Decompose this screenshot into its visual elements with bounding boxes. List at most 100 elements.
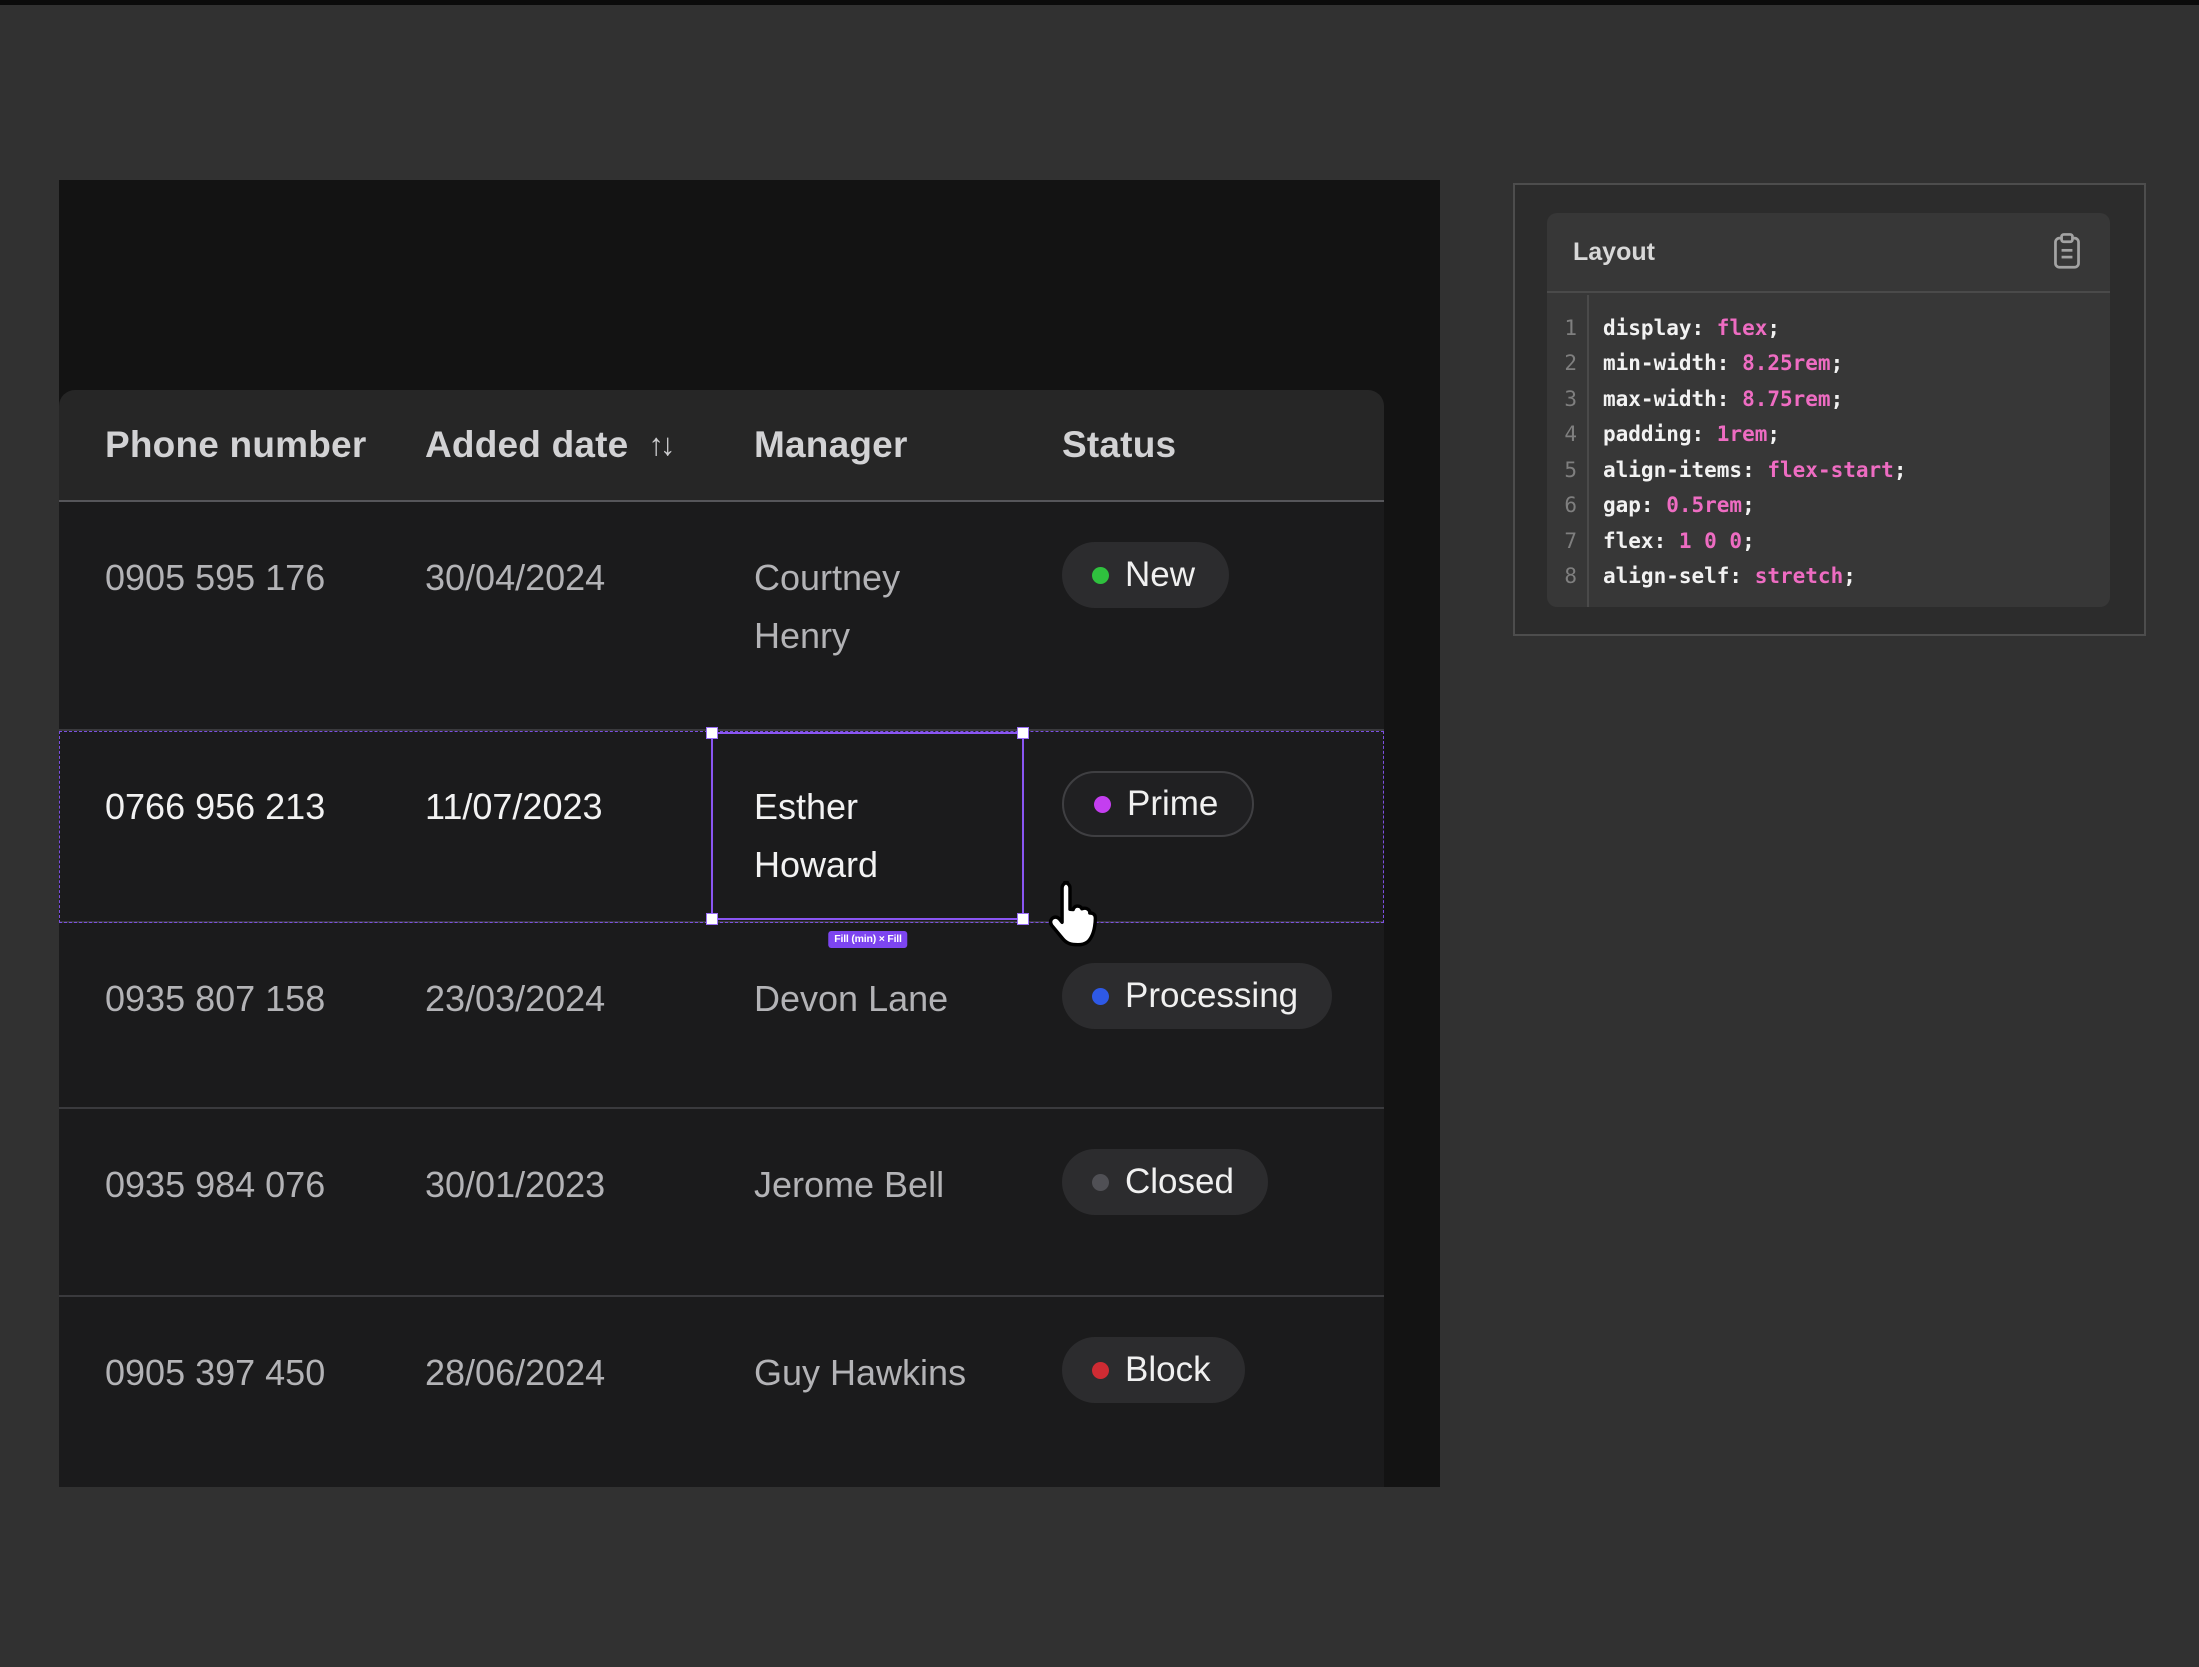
layout-panel: Layout 1display: flex;2min-width: 8.25re… — [1547, 213, 2110, 607]
cell-added-date[interactable]: 28/06/2024 — [425, 1297, 605, 1487]
cell-added-date[interactable]: 23/03/2024 — [425, 923, 605, 1107]
css-code-line: 2min-width: 8.25rem; — [1547, 346, 2110, 382]
selection-size-badge: Fill (min) × Fill — [828, 931, 907, 948]
cell-manager[interactable]: Jerome Bell — [754, 1109, 944, 1295]
cell-manager[interactable]: Devon Lane — [754, 923, 948, 1107]
css-code-line: 7flex: 1 0 0; — [1547, 523, 2110, 559]
line-number: 8 — [1547, 564, 1577, 588]
copy-css-button[interactable] — [2050, 232, 2084, 273]
cell-status[interactable]: Closed — [1062, 1109, 1268, 1295]
status-dot-icon — [1092, 1362, 1109, 1379]
css-value: 8.75rem — [1742, 387, 1831, 411]
table-row[interactable]: 0905 397 450 28/06/2024 Guy Hawkins Block — [59, 1297, 1384, 1487]
css-code-line: 4padding: 1rem; — [1547, 417, 2110, 453]
line-number: 6 — [1547, 493, 1577, 517]
cell-phone[interactable]: 0935 807 158 — [105, 923, 325, 1107]
status-badge-block[interactable]: Block — [1062, 1337, 1245, 1403]
css-declaration: display: flex; — [1577, 316, 1780, 340]
column-header-status[interactable]: Status — [1062, 390, 1176, 500]
css-code-line: 3max-width: 8.75rem; — [1547, 381, 2110, 417]
css-value: 1 0 0 — [1679, 529, 1742, 553]
manager-name-line: Henry — [754, 607, 900, 665]
manager-name-line: Jerome Bell — [754, 1156, 944, 1214]
column-header-added-date[interactable]: Added date ↑↓ — [425, 390, 671, 500]
line-number: 4 — [1547, 422, 1577, 446]
cell-status[interactable]: Block — [1062, 1297, 1245, 1487]
selection-cell-outline[interactable] — [711, 732, 1024, 920]
manager-name-line: Devon Lane — [754, 970, 948, 1028]
status-badge-processing[interactable]: Processing — [1062, 963, 1332, 1029]
css-declaration: padding: 1rem; — [1577, 422, 1780, 446]
css-declaration: align-items: flex-start; — [1577, 458, 1906, 482]
css-value: 0.5rem — [1666, 493, 1742, 517]
css-declaration: align-self: stretch; — [1577, 564, 1856, 588]
selection-handle-top-right[interactable] — [1017, 727, 1029, 739]
cell-status[interactable]: Processing — [1062, 923, 1332, 1107]
cell-manager[interactable]: Guy Hawkins — [754, 1297, 966, 1487]
status-dot-icon — [1092, 1174, 1109, 1191]
table-header-row: Phone number Added date ↑↓ Manager Status — [59, 390, 1384, 502]
manager-name-line: Courtney — [754, 549, 900, 607]
css-declaration: min-width: 8.25rem; — [1577, 351, 1843, 375]
manager-name-line: Guy Hawkins — [754, 1344, 966, 1402]
table-row[interactable]: 0935 807 158 23/03/2024 Devon Lane Processi… — [59, 923, 1384, 1109]
css-code-line: 1display: flex; — [1547, 310, 2110, 346]
css-declaration: flex: 1 0 0; — [1577, 529, 1755, 553]
status-label: Closed — [1125, 1153, 1234, 1211]
status-dot-icon — [1092, 567, 1109, 584]
status-badge-closed[interactable]: Closed — [1062, 1149, 1268, 1215]
line-number: 5 — [1547, 458, 1577, 482]
cell-status[interactable]: New — [1062, 502, 1229, 729]
status-label: Block — [1125, 1341, 1211, 1399]
css-code-line: 6gap: 0.5rem; — [1547, 488, 2110, 524]
status-dot-icon — [1092, 988, 1109, 1005]
sort-icon[interactable]: ↑↓ — [648, 427, 671, 463]
selection-handle-bottom-right[interactable] — [1017, 913, 1029, 925]
status-label: Processing — [1125, 967, 1298, 1025]
css-value: 1rem — [1717, 422, 1768, 446]
cell-phone[interactable]: 0905 595 176 — [105, 502, 325, 729]
selection-handle-bottom-left[interactable] — [706, 913, 718, 925]
status-dot-icon — [1094, 796, 1111, 813]
css-value: flex-start — [1767, 458, 1893, 482]
css-declaration: max-width: 8.75rem; — [1577, 387, 1843, 411]
clipboard-icon — [2050, 232, 2084, 273]
css-value: flex — [1717, 316, 1768, 340]
cell-phone[interactable]: 0766 956 213 — [105, 731, 325, 921]
panel-title: Layout — [1573, 238, 1655, 267]
column-header-label: Status — [1062, 424, 1176, 466]
layout-panel-header: Layout — [1547, 213, 2110, 293]
column-header-label: Manager — [754, 424, 908, 466]
cell-phone[interactable]: 0905 397 450 — [105, 1297, 325, 1487]
status-label: Prime — [1127, 775, 1218, 833]
column-header-label: Phone number — [105, 424, 366, 466]
table-row[interactable]: 0935 984 076 30/01/2023 Jerome Bell Closed — [59, 1109, 1384, 1297]
column-header-label: Added date — [425, 424, 628, 466]
cell-added-date[interactable]: 11/07/2023 — [425, 731, 603, 921]
cell-added-date[interactable]: 30/04/2024 — [425, 502, 605, 729]
line-number: 3 — [1547, 387, 1577, 411]
line-number: 1 — [1547, 316, 1577, 340]
cell-added-date[interactable]: 30/01/2023 — [425, 1109, 605, 1295]
column-header-manager[interactable]: Manager — [754, 390, 908, 500]
figma-canvas: Phone number Added date ↑↓ Manager Status 09… — [0, 0, 2199, 1667]
status-badge-new[interactable]: New — [1062, 542, 1229, 608]
inspector-card: Layout 1display: flex;2min-width: 8.25re… — [1513, 183, 2146, 636]
cell-manager[interactable]: CourtneyHenry — [754, 502, 900, 729]
css-value: 8.25rem — [1742, 351, 1831, 375]
css-declaration: gap: 0.5rem; — [1577, 493, 1755, 517]
line-number: 7 — [1547, 529, 1577, 553]
column-header-phone-number[interactable]: Phone number — [105, 390, 366, 500]
line-number: 2 — [1547, 351, 1577, 375]
status-badge-prime[interactable]: Prime — [1062, 771, 1254, 837]
css-code-line: 8align-self: stretch; — [1547, 559, 2110, 595]
status-label: New — [1125, 546, 1195, 604]
table-row[interactable]: 0905 595 176 30/04/2024 CourtneyHenry New — [59, 502, 1384, 731]
css-value: stretch — [1755, 564, 1844, 588]
selection-handle-top-left[interactable] — [706, 727, 718, 739]
cell-phone[interactable]: 0935 984 076 — [105, 1109, 325, 1295]
hand-cursor-icon — [1038, 876, 1102, 955]
css-code-line: 5align-items: flex-start; — [1547, 452, 2110, 488]
css-code-block: 1display: flex;2min-width: 8.25rem;3max-… — [1547, 295, 2110, 607]
top-edge-line — [0, 0, 2199, 5]
